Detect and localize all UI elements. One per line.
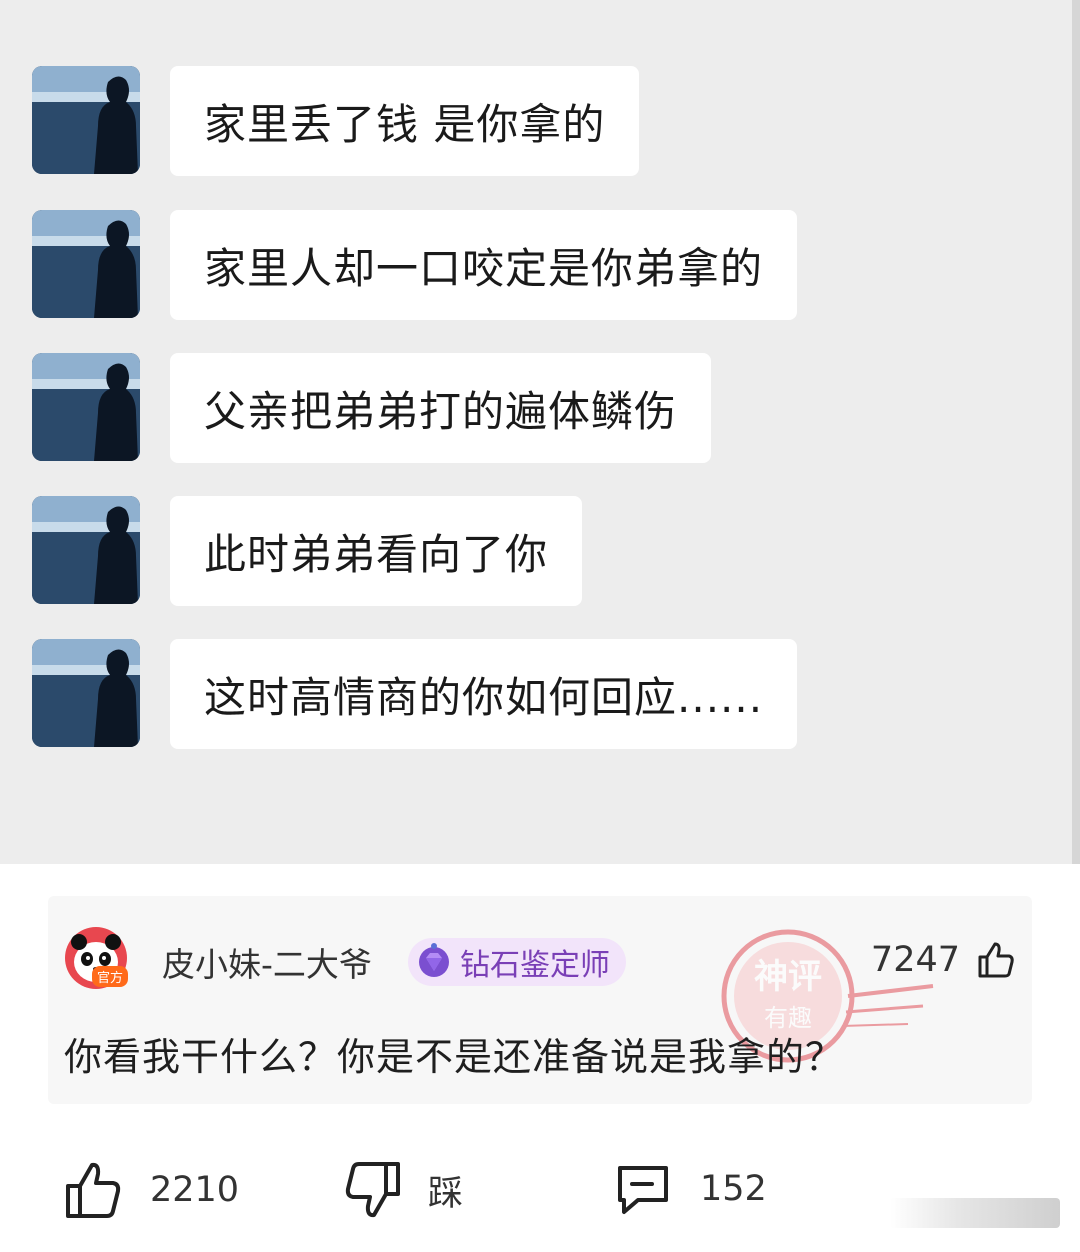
sender-avatar[interactable] <box>32 66 140 174</box>
comment-username[interactable]: 皮小妹-二大爷 <box>162 938 372 986</box>
thumbs-up-icon <box>66 1162 121 1218</box>
message-text: 父亲把弟弟打的遍体鳞伤 <box>204 386 678 436</box>
badge-diamond-appraiser[interactable]: 钻石鉴定师 <box>408 938 626 986</box>
message-bubble[interactable]: 父亲把弟弟打的遍体鳞伤 <box>170 353 712 463</box>
home-indicator <box>890 1198 1060 1228</box>
comment-text: 你看我干什么？你是不是还准备说是我拿的？ <box>64 1035 845 1079</box>
thumbs-up-icon <box>978 942 1014 978</box>
panda-avatar-icon[interactable]: 官方 <box>64 926 129 990</box>
dislike-button[interactable]: 踩 <box>344 1160 463 1220</box>
comment-like-count: 7247 <box>870 940 960 980</box>
sender-avatar[interactable] <box>32 639 140 747</box>
message-text: 家里人却一口咬定是你弟拿的 <box>204 243 764 293</box>
chat-message: 家里丢了钱 是你拿的 <box>0 66 1000 178</box>
dislike-label: 踩 <box>428 1173 464 1214</box>
like-count: 2210 <box>150 1170 240 1210</box>
chat-message: 家里人却一口咬定是你弟拿的 <box>0 210 1000 322</box>
stamp-text-top: 神评 <box>754 957 822 997</box>
chat-message: 此时弟弟看向了你 <box>0 496 1000 608</box>
comment-count: 152 <box>700 1169 767 1209</box>
thumbs-down-icon <box>345 1162 400 1218</box>
official-tag: 官方 <box>92 966 129 987</box>
top-comment-card[interactable]: 官方 皮小妹-二大爷 钻石鉴定师 神评 有趣 7247 你看我干什么？你是不是还… <box>48 896 1032 1104</box>
comment-icon <box>618 1166 668 1214</box>
message-bubble[interactable]: 这时高情商的你如何回应...... <box>170 639 798 749</box>
like-button[interactable]: 2210 <box>64 1160 239 1220</box>
message-text: 这时高情商的你如何回应...... <box>204 672 764 722</box>
message-bubble[interactable]: 此时弟弟看向了你 <box>170 496 583 606</box>
scrollbar[interactable] <box>1072 0 1080 864</box>
comment-like-button[interactable]: 7247 <box>871 940 1016 980</box>
sender-avatar[interactable] <box>32 353 140 461</box>
diamond-badge-icon <box>419 943 449 977</box>
chat-message: 这时高情商的你如何回应...... <box>0 639 1000 751</box>
message-text: 此时弟弟看向了你 <box>204 529 549 579</box>
sender-avatar[interactable] <box>32 496 140 604</box>
message-text: 家里丢了钱 是你拿的 <box>204 99 606 149</box>
message-bubble[interactable]: 家里丢了钱 是你拿的 <box>170 66 640 176</box>
comment-button[interactable]: 152 <box>614 1160 767 1218</box>
badge-label: 钻石鉴定师 <box>460 948 610 983</box>
sender-avatar[interactable] <box>32 210 140 318</box>
chat-screenshot: 家里丢了钱 是你拿的 家里人却一口咬定是你弟拿的 父亲把弟弟打的遍体鳞伤 此时弟… <box>0 0 1080 864</box>
chat-message: 父亲把弟弟打的遍体鳞伤 <box>0 353 1000 465</box>
message-bubble[interactable]: 家里人却一口咬定是你弟拿的 <box>170 210 798 320</box>
